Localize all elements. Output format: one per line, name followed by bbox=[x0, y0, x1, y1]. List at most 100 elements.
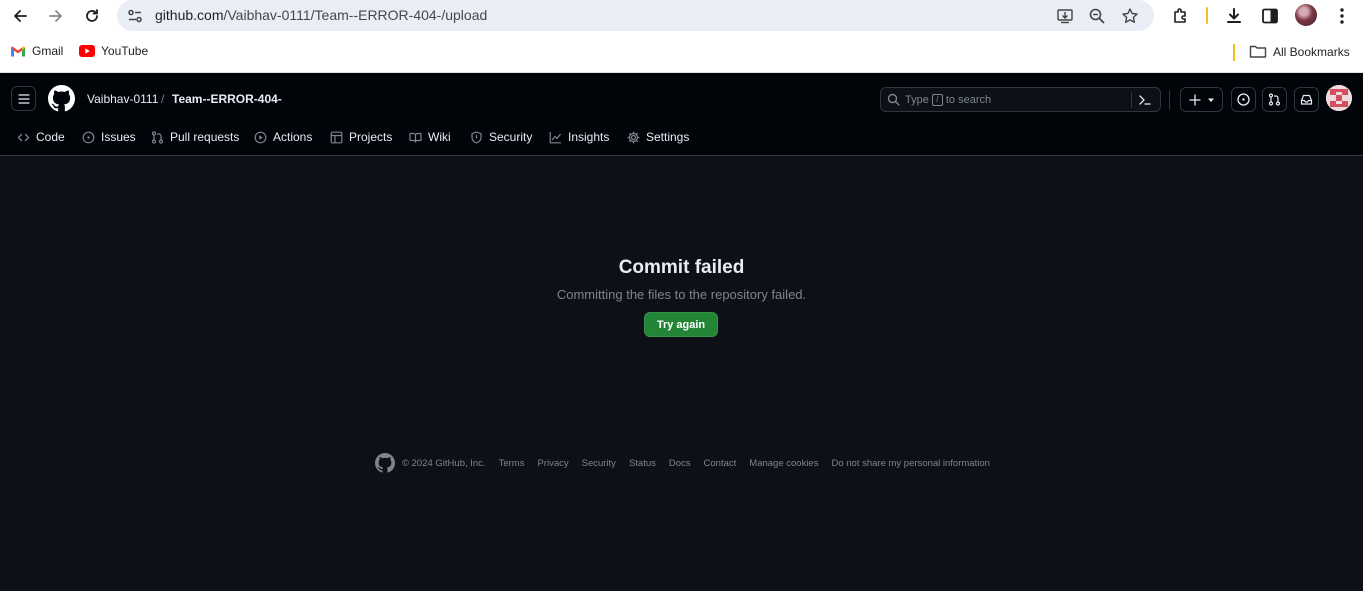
reload-icon bbox=[86, 9, 98, 22]
site-settings-icon[interactable] bbox=[126, 7, 144, 25]
search-placeholder-suffix: to search bbox=[945, 94, 992, 106]
gear-icon bbox=[627, 130, 640, 144]
bookmark-gmail[interactable]: Gmail bbox=[10, 44, 63, 58]
menu-kebab-icon[interactable] bbox=[1331, 5, 1353, 27]
tab-label: Wiki bbox=[428, 130, 451, 144]
tab-label: Insights bbox=[568, 130, 610, 144]
try-again-button[interactable]: Try again bbox=[644, 312, 718, 337]
footer-copyright: © 2024 GitHub, Inc. bbox=[402, 457, 486, 469]
hamburger-icon bbox=[17, 93, 30, 104]
tab-insights[interactable]: Insights bbox=[549, 130, 609, 144]
search-shortcut-key: / bbox=[931, 94, 943, 106]
folder-icon bbox=[1249, 45, 1267, 58]
tab-label: Issues bbox=[101, 130, 136, 144]
tab-pull-requests[interactable]: Pull requests bbox=[151, 130, 239, 144]
gmail-icon bbox=[11, 46, 25, 56]
github-header: Vaibhav-0111 / Team--ERROR-404- Type / t… bbox=[0, 73, 1363, 156]
side-panel-icon[interactable] bbox=[1259, 5, 1281, 27]
search-icon bbox=[887, 93, 900, 106]
footer-link-status[interactable]: Status bbox=[629, 458, 656, 469]
inbox-icon bbox=[1300, 94, 1313, 105]
graph-icon bbox=[549, 131, 561, 143]
footer-link-manage-cookies[interactable]: Manage cookies bbox=[749, 458, 818, 469]
back-button[interactable] bbox=[8, 4, 32, 28]
issue-icon bbox=[82, 131, 95, 143]
footer-link-security[interactable]: Security bbox=[582, 458, 616, 469]
tab-label: Actions bbox=[273, 130, 313, 144]
bookmark-label: YouTube bbox=[101, 44, 149, 58]
repo-navigation: Code Issues Pull requests Actions Projec… bbox=[0, 127, 1363, 155]
tab-code[interactable]: Code bbox=[17, 130, 65, 144]
extensions-icon[interactable] bbox=[1170, 5, 1192, 27]
github-logo[interactable] bbox=[48, 85, 75, 112]
install-app-icon[interactable] bbox=[1055, 6, 1075, 26]
footer-link-terms[interactable]: Terms bbox=[499, 458, 525, 469]
all-bookmarks[interactable]: All Bookmarks bbox=[1249, 44, 1350, 59]
forward-button[interactable] bbox=[44, 4, 68, 28]
tab-actions[interactable]: Actions bbox=[254, 130, 312, 144]
footer-link-do-not-share[interactable]: Do not share my personal information bbox=[831, 458, 989, 469]
plus-icon bbox=[1188, 93, 1201, 106]
address-bar[interactable]: github.com/Vaibhav-0111/Team--ERROR-404-… bbox=[117, 0, 1154, 31]
arrow-right-icon bbox=[49, 10, 62, 22]
tab-projects[interactable]: Projects bbox=[330, 130, 392, 144]
tab-settings[interactable]: Settings bbox=[627, 130, 689, 144]
global-menu-button[interactable] bbox=[11, 86, 36, 111]
play-icon bbox=[254, 131, 267, 143]
all-bookmarks-label: All Bookmarks bbox=[1273, 44, 1350, 59]
main-content: Commit failed Committing the files to th… bbox=[0, 157, 1363, 591]
tab-issues[interactable]: Issues bbox=[82, 130, 136, 144]
table-icon bbox=[330, 131, 343, 143]
url-path: /Vaibhav-0111/Team--ERROR-404-/upload bbox=[223, 7, 488, 23]
issue-opened-icon bbox=[1237, 93, 1250, 106]
user-avatar[interactable] bbox=[1326, 85, 1352, 111]
repo-name-link[interactable]: Team--ERROR-404- bbox=[172, 92, 282, 106]
identicon-icon bbox=[1326, 85, 1352, 111]
breadcrumb-separator: / bbox=[161, 92, 165, 106]
repo-owner-link[interactable]: Vaibhav-0111 bbox=[87, 92, 158, 106]
youtube-icon bbox=[79, 45, 95, 57]
reload-button[interactable] bbox=[80, 4, 104, 28]
pull-requests-button[interactable] bbox=[1262, 87, 1287, 112]
error-message: Committing the files to the repository f… bbox=[556, 287, 807, 302]
bookmark-star-icon[interactable] bbox=[1120, 6, 1140, 26]
tab-label: Projects bbox=[349, 130, 393, 144]
profile-avatar[interactable] bbox=[1295, 4, 1317, 26]
tab-label: Pull requests bbox=[170, 130, 240, 144]
bookmarks-divider bbox=[1233, 44, 1235, 61]
toolbar-divider bbox=[1206, 7, 1208, 24]
github-mark-icon bbox=[48, 85, 75, 112]
zoom-icon[interactable] bbox=[1087, 6, 1107, 26]
issues-button[interactable] bbox=[1231, 87, 1256, 112]
tab-label: Settings bbox=[646, 130, 690, 144]
search-input[interactable]: Type / to search bbox=[880, 87, 1161, 112]
create-new-button[interactable] bbox=[1180, 87, 1223, 112]
url-text: github.com/Vaibhav-0111/Team--ERROR-404-… bbox=[155, 7, 487, 23]
bookmark-label: Gmail bbox=[32, 44, 64, 58]
header-divider bbox=[1169, 90, 1170, 110]
pull-request-icon bbox=[151, 130, 164, 144]
bookmarks-bar: Gmail YouTube All Bookmarks bbox=[0, 32, 1363, 73]
github-mark-icon[interactable] bbox=[375, 453, 395, 473]
triangle-down-icon bbox=[1207, 98, 1214, 102]
site-footer: © 2024 GitHub, Inc. Terms Privacy Securi… bbox=[375, 453, 1003, 473]
code-icon bbox=[17, 133, 30, 141]
inbox-button[interactable] bbox=[1294, 87, 1319, 112]
download-icon[interactable] bbox=[1223, 5, 1245, 27]
pull-request-icon bbox=[1268, 93, 1281, 106]
page-title: Commit failed bbox=[618, 257, 745, 278]
bookmark-youtube[interactable]: YouTube bbox=[79, 44, 148, 58]
shield-icon bbox=[471, 130, 482, 144]
tab-wiki[interactable]: Wiki bbox=[409, 130, 451, 144]
footer-link-privacy[interactable]: Privacy bbox=[537, 458, 568, 469]
search-placeholder-prefix: Type bbox=[905, 94, 929, 106]
tab-label: Security bbox=[489, 130, 533, 144]
tab-security[interactable]: Security bbox=[470, 130, 532, 144]
footer-link-contact[interactable]: Contact bbox=[704, 458, 737, 469]
url-host: github.com bbox=[155, 7, 224, 23]
tab-label: Code bbox=[36, 130, 65, 144]
command-palette-icon[interactable] bbox=[1138, 93, 1152, 107]
footer-link-docs[interactable]: Docs bbox=[669, 458, 691, 469]
search-divider bbox=[1131, 92, 1132, 108]
browser-toolbar: github.com/Vaibhav-0111/Team--ERROR-404-… bbox=[0, 0, 1363, 32]
